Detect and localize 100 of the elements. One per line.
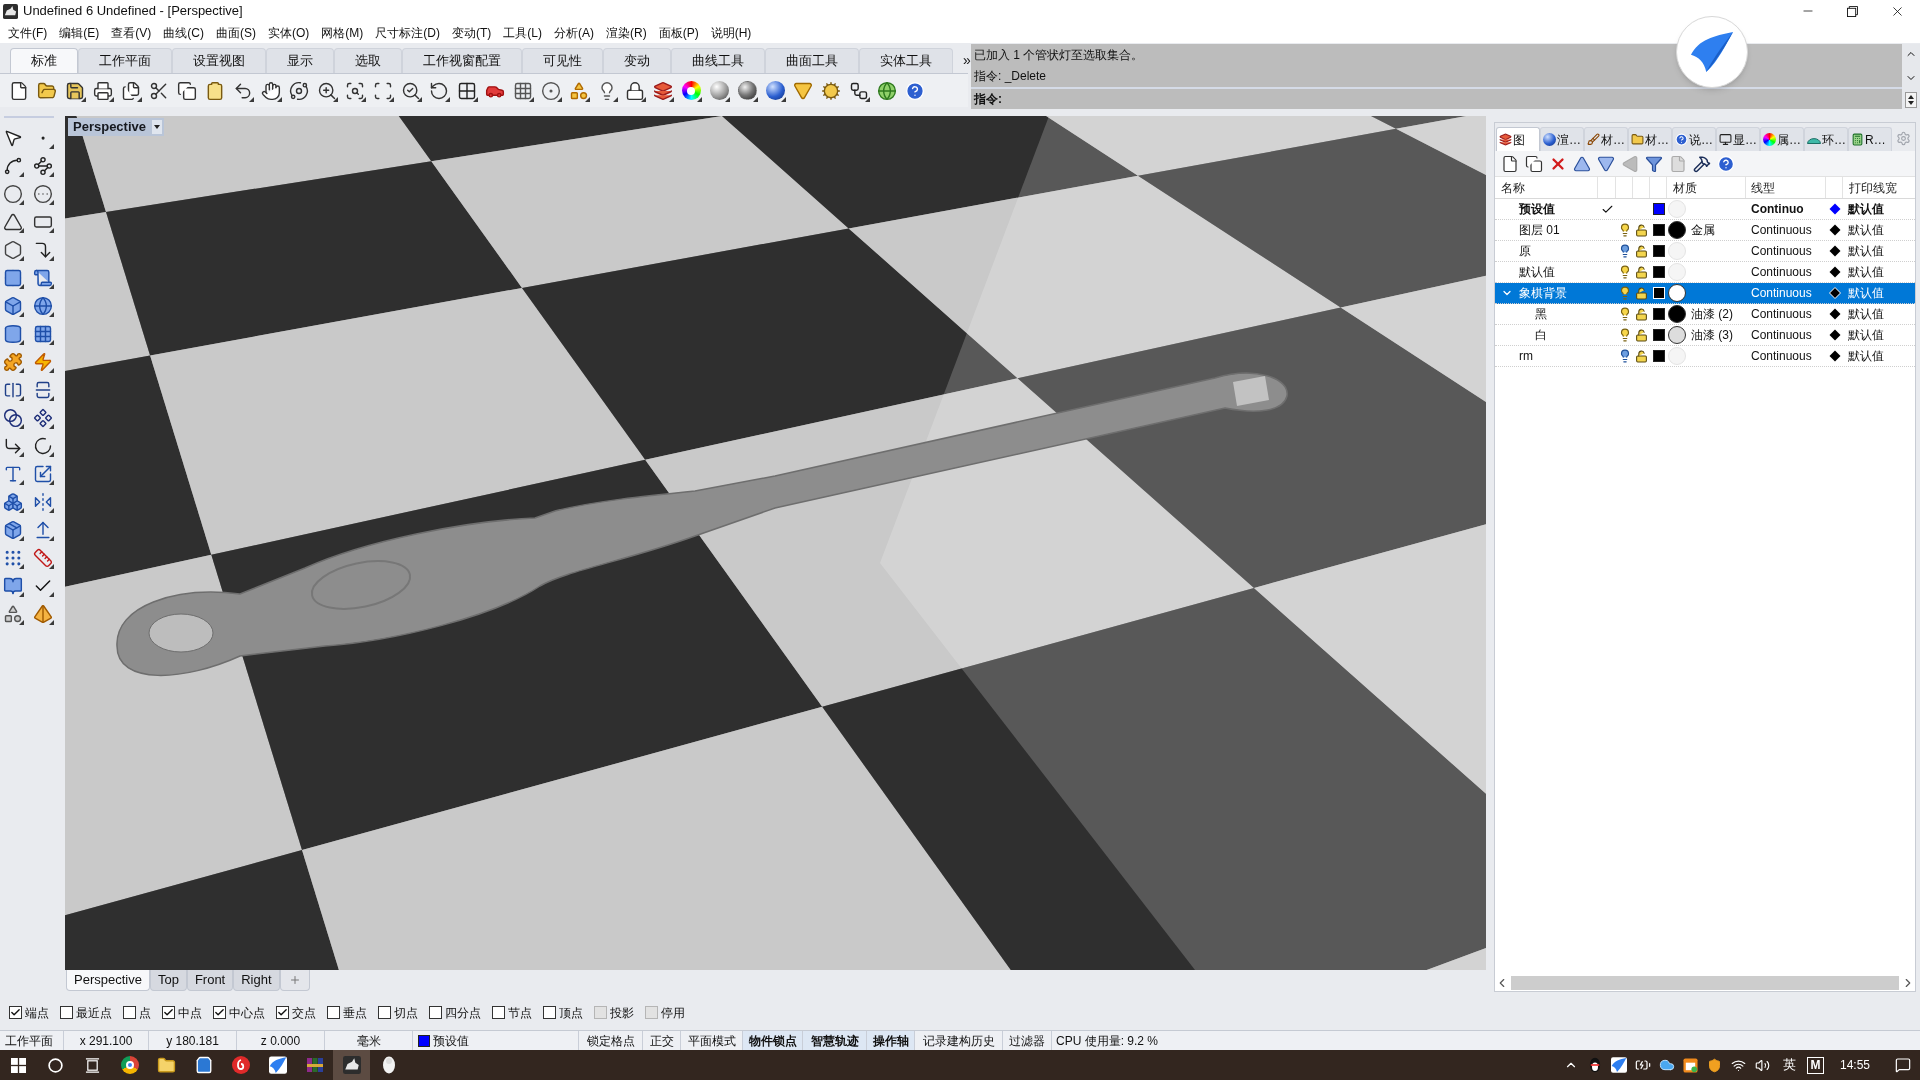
lock-icon[interactable] xyxy=(1635,328,1648,342)
surface-grid-icon[interactable] xyxy=(2,267,24,289)
toolbar-tab[interactable]: 工作视窗配置 xyxy=(402,48,522,73)
input-language-indicator[interactable]: 英 xyxy=(1778,1055,1801,1075)
viewport-tab[interactable]: Perspective xyxy=(66,970,150,991)
battery-icon[interactable] xyxy=(1634,1057,1651,1073)
cplane-label[interactable]: 工作平面 xyxy=(5,1031,53,1050)
gear-icon[interactable] xyxy=(820,79,842,102)
arc-icon[interactable] xyxy=(32,435,54,457)
globe-icon[interactable] xyxy=(876,79,898,102)
panel-tab[interactable]: R… xyxy=(1848,127,1892,151)
checkbox[interactable] xyxy=(9,1006,22,1019)
checkbox[interactable] xyxy=(378,1006,391,1019)
menu-item[interactable]: 分析(A) xyxy=(548,22,600,43)
browser-icon[interactable] xyxy=(120,1056,139,1074)
toolbar-tab[interactable]: 变动 xyxy=(603,48,671,73)
column-header[interactable]: 线型 xyxy=(1751,178,1775,197)
panel-tab[interactable]: 材… xyxy=(1584,127,1628,151)
notification-icon[interactable] xyxy=(1895,1057,1911,1073)
menu-item[interactable]: 尺寸标注(D) xyxy=(369,22,446,43)
panel-tab[interactable]: 显… xyxy=(1716,127,1760,151)
checkbox[interactable] xyxy=(276,1006,289,1019)
menu-item[interactable]: 网格(M) xyxy=(315,22,370,43)
color-swatch-icon[interactable] xyxy=(1652,203,1665,215)
viewport-tab[interactable]: Front xyxy=(186,970,234,991)
layer-row[interactable]: 图层 01 金属 Continuous 默认值 xyxy=(1495,220,1915,241)
stacked-cubes-icon[interactable] xyxy=(2,491,24,513)
copy-icon[interactable] xyxy=(1525,154,1543,173)
diamonds-icon[interactable] xyxy=(32,407,54,429)
toolbar-tab[interactable]: 可见性 xyxy=(522,48,603,73)
scale-icon[interactable] xyxy=(32,463,54,485)
menu-item[interactable]: 面板(P) xyxy=(652,22,705,43)
checkbox[interactable] xyxy=(327,1006,340,1019)
help-icon[interactable] xyxy=(1717,154,1735,173)
menu-item[interactable]: 曲线(C) xyxy=(157,22,210,43)
menu-item[interactable]: 工具(L) xyxy=(497,22,548,43)
checkbox[interactable] xyxy=(162,1006,175,1019)
menu-item[interactable]: 说明(H) xyxy=(704,22,758,43)
color-swatch-icon[interactable] xyxy=(1652,350,1665,362)
horizontal-scrollbar-track[interactable] xyxy=(1511,976,1899,990)
windows-logo-icon[interactable] xyxy=(11,1057,26,1073)
panel-tab[interactable]: 说… xyxy=(1672,127,1716,151)
control-points-icon[interactable] xyxy=(32,155,54,177)
hand-icon[interactable] xyxy=(260,79,282,102)
checkbox[interactable] xyxy=(213,1006,226,1019)
lock-icon[interactable] xyxy=(1635,349,1648,363)
spin-arrows-icon[interactable] xyxy=(1905,92,1917,108)
polyline-icon[interactable] xyxy=(2,155,24,177)
menu-item[interactable]: 文件(F) xyxy=(2,22,54,43)
lock-icon[interactable] xyxy=(624,79,646,102)
clock-time[interactable]: 14:55 xyxy=(1839,1056,1870,1074)
color-swatch-icon[interactable] xyxy=(1652,224,1665,236)
hexagon-icon[interactable] xyxy=(2,239,24,261)
app-icon[interactable] xyxy=(3,3,18,19)
overlapping-circles-icon[interactable] xyxy=(2,407,24,429)
menu-item[interactable]: 编辑(E) xyxy=(53,22,106,43)
layer-row[interactable]: rm Continuous 默认值 xyxy=(1495,346,1915,367)
shopping-bag-icon[interactable] xyxy=(194,1056,213,1074)
column-header[interactable]: 材质 xyxy=(1673,178,1697,197)
mirror-icon[interactable] xyxy=(32,491,54,513)
menu-item[interactable]: 曲面(S) xyxy=(210,22,262,43)
checkbox[interactable] xyxy=(429,1006,442,1019)
color-wheel-icon[interactable] xyxy=(680,79,702,102)
penguin-icon[interactable] xyxy=(1588,1057,1601,1073)
panel-tab[interactable]: 材… xyxy=(1628,127,1672,151)
bird-icon[interactable] xyxy=(268,1056,287,1074)
shapes-icon[interactable] xyxy=(2,603,24,625)
column-header[interactable]: 名称 xyxy=(1501,178,1525,197)
status-toggle[interactable]: 智慧轨迹 xyxy=(803,1031,867,1050)
lightning-icon[interactable] xyxy=(32,351,54,373)
menu-item[interactable]: 实体(O) xyxy=(262,22,316,43)
up-triangle-icon[interactable] xyxy=(1573,154,1591,173)
viewport-title-button[interactable]: Perspective xyxy=(68,118,164,136)
new-page-icon[interactable] xyxy=(1501,154,1519,173)
task-view-icon[interactable] xyxy=(85,1057,100,1073)
app-window-icon[interactable] xyxy=(1683,1057,1699,1073)
flat-spoon-model[interactable] xyxy=(116,372,1288,677)
cylinder-icon[interactable] xyxy=(2,323,24,345)
lock-icon[interactable] xyxy=(1635,244,1648,258)
color-swatch-icon[interactable] xyxy=(1652,308,1665,320)
color-swatch-icon[interactable] xyxy=(1652,266,1665,278)
column-header[interactable]: 打印线宽 xyxy=(1849,178,1897,197)
layer-row[interactable]: 原 Continuous 默认值 xyxy=(1495,241,1915,262)
bird-icon[interactable] xyxy=(1610,1057,1627,1073)
menu-item[interactable]: 查看(V) xyxy=(105,22,158,43)
lock-icon[interactable] xyxy=(1635,307,1648,321)
ruler-icon[interactable] xyxy=(32,547,54,569)
menu-item[interactable]: 变动(T) xyxy=(446,22,498,43)
help-icon[interactable] xyxy=(904,79,926,102)
layer-row[interactable]: 白 油漆 (3) Continuous 默认值 xyxy=(1495,325,1915,346)
viewport-tab[interactable]: Right xyxy=(233,970,280,991)
color-swatch-icon[interactable] xyxy=(1652,245,1665,257)
globe-icon[interactable] xyxy=(32,295,54,317)
speaker-icon[interactable] xyxy=(1755,1057,1771,1073)
round-logo-icon[interactable] xyxy=(231,1056,250,1074)
wifi-icon[interactable] xyxy=(1731,1057,1747,1073)
toolbar-tab[interactable]: 曲面工具 xyxy=(765,48,859,73)
checkbox[interactable] xyxy=(543,1006,556,1019)
ime-mode-button[interactable]: M xyxy=(1806,1056,1824,1074)
toolbar-tab[interactable]: 实体工具 xyxy=(859,48,953,73)
